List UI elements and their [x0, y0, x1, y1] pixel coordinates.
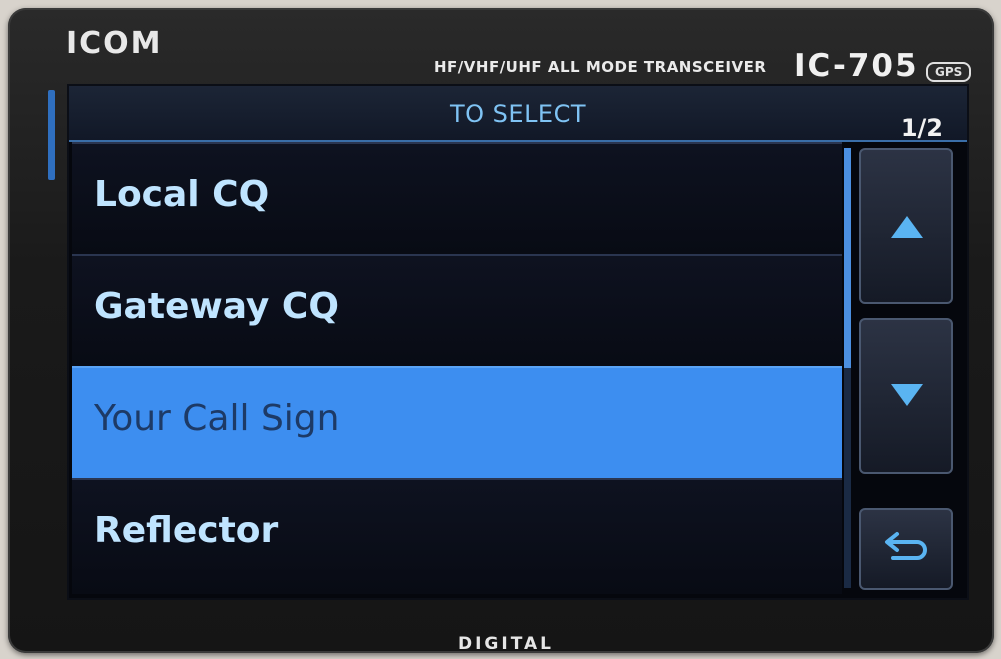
list-item-your-call-sign[interactable]: Your Call Sign — [72, 366, 842, 478]
touch-screen: TO SELECT 1/2 Local CQ Gateway CQ Your C… — [67, 84, 969, 600]
model-name: IC-705 — [794, 48, 919, 84]
return-arrow-icon — [885, 532, 927, 560]
scrollbar-thumb[interactable] — [844, 148, 851, 368]
back-button[interactable] — [859, 508, 953, 590]
scroll-down-button[interactable] — [859, 318, 953, 474]
digital-label: DIGITAL — [458, 634, 554, 654]
select-list: Local CQ Gateway CQ Your Call Sign Refle… — [72, 142, 842, 594]
brand-logo: ICOM — [66, 26, 163, 61]
model-description: HF/VHF/UHF ALL MODE TRANSCEIVER — [434, 58, 767, 76]
list-item-label: Your Call Sign — [94, 398, 340, 439]
triangle-up-icon — [891, 216, 923, 238]
list-item-local-cq[interactable]: Local CQ — [72, 142, 842, 254]
list-item-label: Reflector — [94, 510, 279, 551]
list-item-label: Gateway CQ — [94, 286, 339, 327]
list-item-reflector[interactable]: Reflector — [72, 478, 842, 594]
title-bar: TO SELECT 1/2 — [69, 86, 967, 142]
list-item-label: Local CQ — [94, 174, 270, 215]
gps-badge: GPS — [926, 62, 972, 82]
scroll-up-button[interactable] — [859, 148, 953, 304]
screen-title: TO SELECT — [449, 100, 587, 128]
page-indicator: 1/2 — [900, 114, 943, 142]
status-led — [48, 90, 55, 180]
triangle-down-icon — [891, 384, 923, 406]
list-item-gateway-cq[interactable]: Gateway CQ — [72, 254, 842, 366]
